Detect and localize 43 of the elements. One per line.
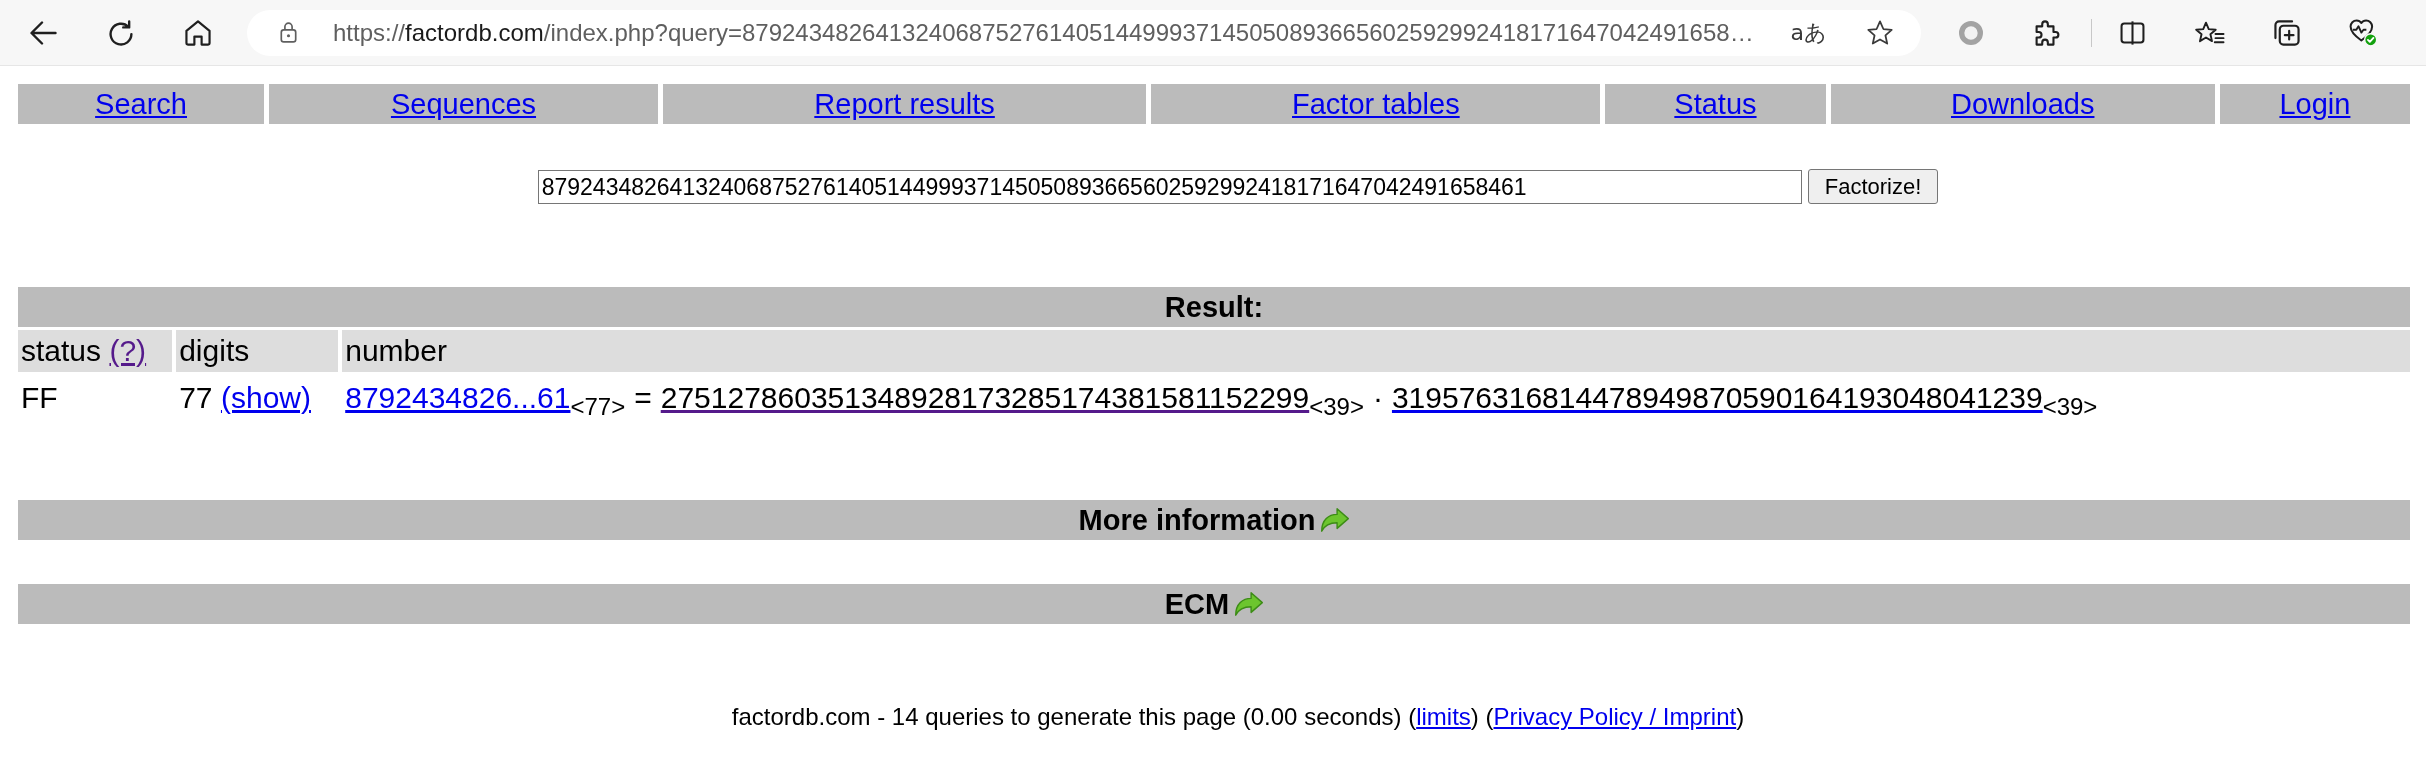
nav-link[interactable]: Factor tables xyxy=(1292,87,1460,120)
result-header: Result: xyxy=(18,287,2410,327)
footer-link[interactable]: limits xyxy=(1416,703,1471,730)
section-title: ECM xyxy=(1164,587,1230,621)
column-label: digits xyxy=(179,334,250,367)
equals-sign: = xyxy=(634,381,652,414)
collections-icon[interactable] xyxy=(2273,19,2300,46)
nav-link[interactable]: Report results xyxy=(814,87,995,120)
status-value: FF xyxy=(21,381,58,414)
home-icon[interactable] xyxy=(184,19,211,46)
section-title: More information xyxy=(1078,503,1316,537)
nav-link[interactable]: Login xyxy=(2279,87,2351,120)
digit-count: <39> xyxy=(1309,393,1364,420)
digits-value: 77 xyxy=(179,381,213,414)
split-screen-icon[interactable] xyxy=(2120,19,2145,46)
digit-count: <39> xyxy=(2042,393,2098,420)
factor-link[interactable]: 275127860351348928173285174381581152299 xyxy=(660,381,1310,414)
heart-pulse-icon[interactable] xyxy=(2349,18,2378,47)
url-text: https://factordb.com/index.php?query=87924348264132406875276140514499937145050893665602592992418171647042491658… xyxy=(333,18,1755,47)
footer-link[interactable]: Privacy Policy / Imprint xyxy=(1493,703,1737,730)
nav-link[interactable]: Search xyxy=(95,87,187,120)
address-bar[interactable]: https://factordb.com/index.php?query=87924348264132406875276140514499937145050893665602592992418171647042491658… aあ xyxy=(247,9,1921,56)
show-link[interactable]: (show) xyxy=(220,381,311,414)
back-icon[interactable] xyxy=(30,20,57,45)
multiply-dot: · xyxy=(1372,381,1383,414)
number-link[interactable]: 8792434826...61 xyxy=(345,381,571,414)
nav-link[interactable]: Sequences xyxy=(390,87,537,120)
refresh-icon[interactable] xyxy=(108,19,133,46)
puzzle-icon[interactable] xyxy=(2035,19,2060,46)
factor-link[interactable]: 319576316814478949870590164193048041239 xyxy=(1391,381,2043,414)
footer-text: factordb.com - 14 queries to generate this page (0.00 seconds) (limits) (Privacy Policy / Imprint) xyxy=(730,703,1746,731)
help-link[interactable]: (?) xyxy=(109,334,147,367)
nav-link[interactable]: Downloads xyxy=(1950,87,2095,120)
favorites-icon[interactable] xyxy=(2194,21,2225,44)
digit-count: <77> xyxy=(570,393,626,420)
nav-link[interactable]: Status xyxy=(1674,87,1757,120)
number-input-field[interactable]: 87924348264132406875276140514499937145050893665602592992418171647042491658461 xyxy=(537,169,1802,204)
factorize-button[interactable]: Factorize! xyxy=(1807,169,1939,204)
lock-icon[interactable] xyxy=(280,22,297,43)
column-label: status xyxy=(21,334,102,367)
column-label: number xyxy=(345,334,447,367)
star-icon[interactable] xyxy=(1867,20,1893,45)
read-aloud-button[interactable]: aあ xyxy=(1790,17,1827,48)
